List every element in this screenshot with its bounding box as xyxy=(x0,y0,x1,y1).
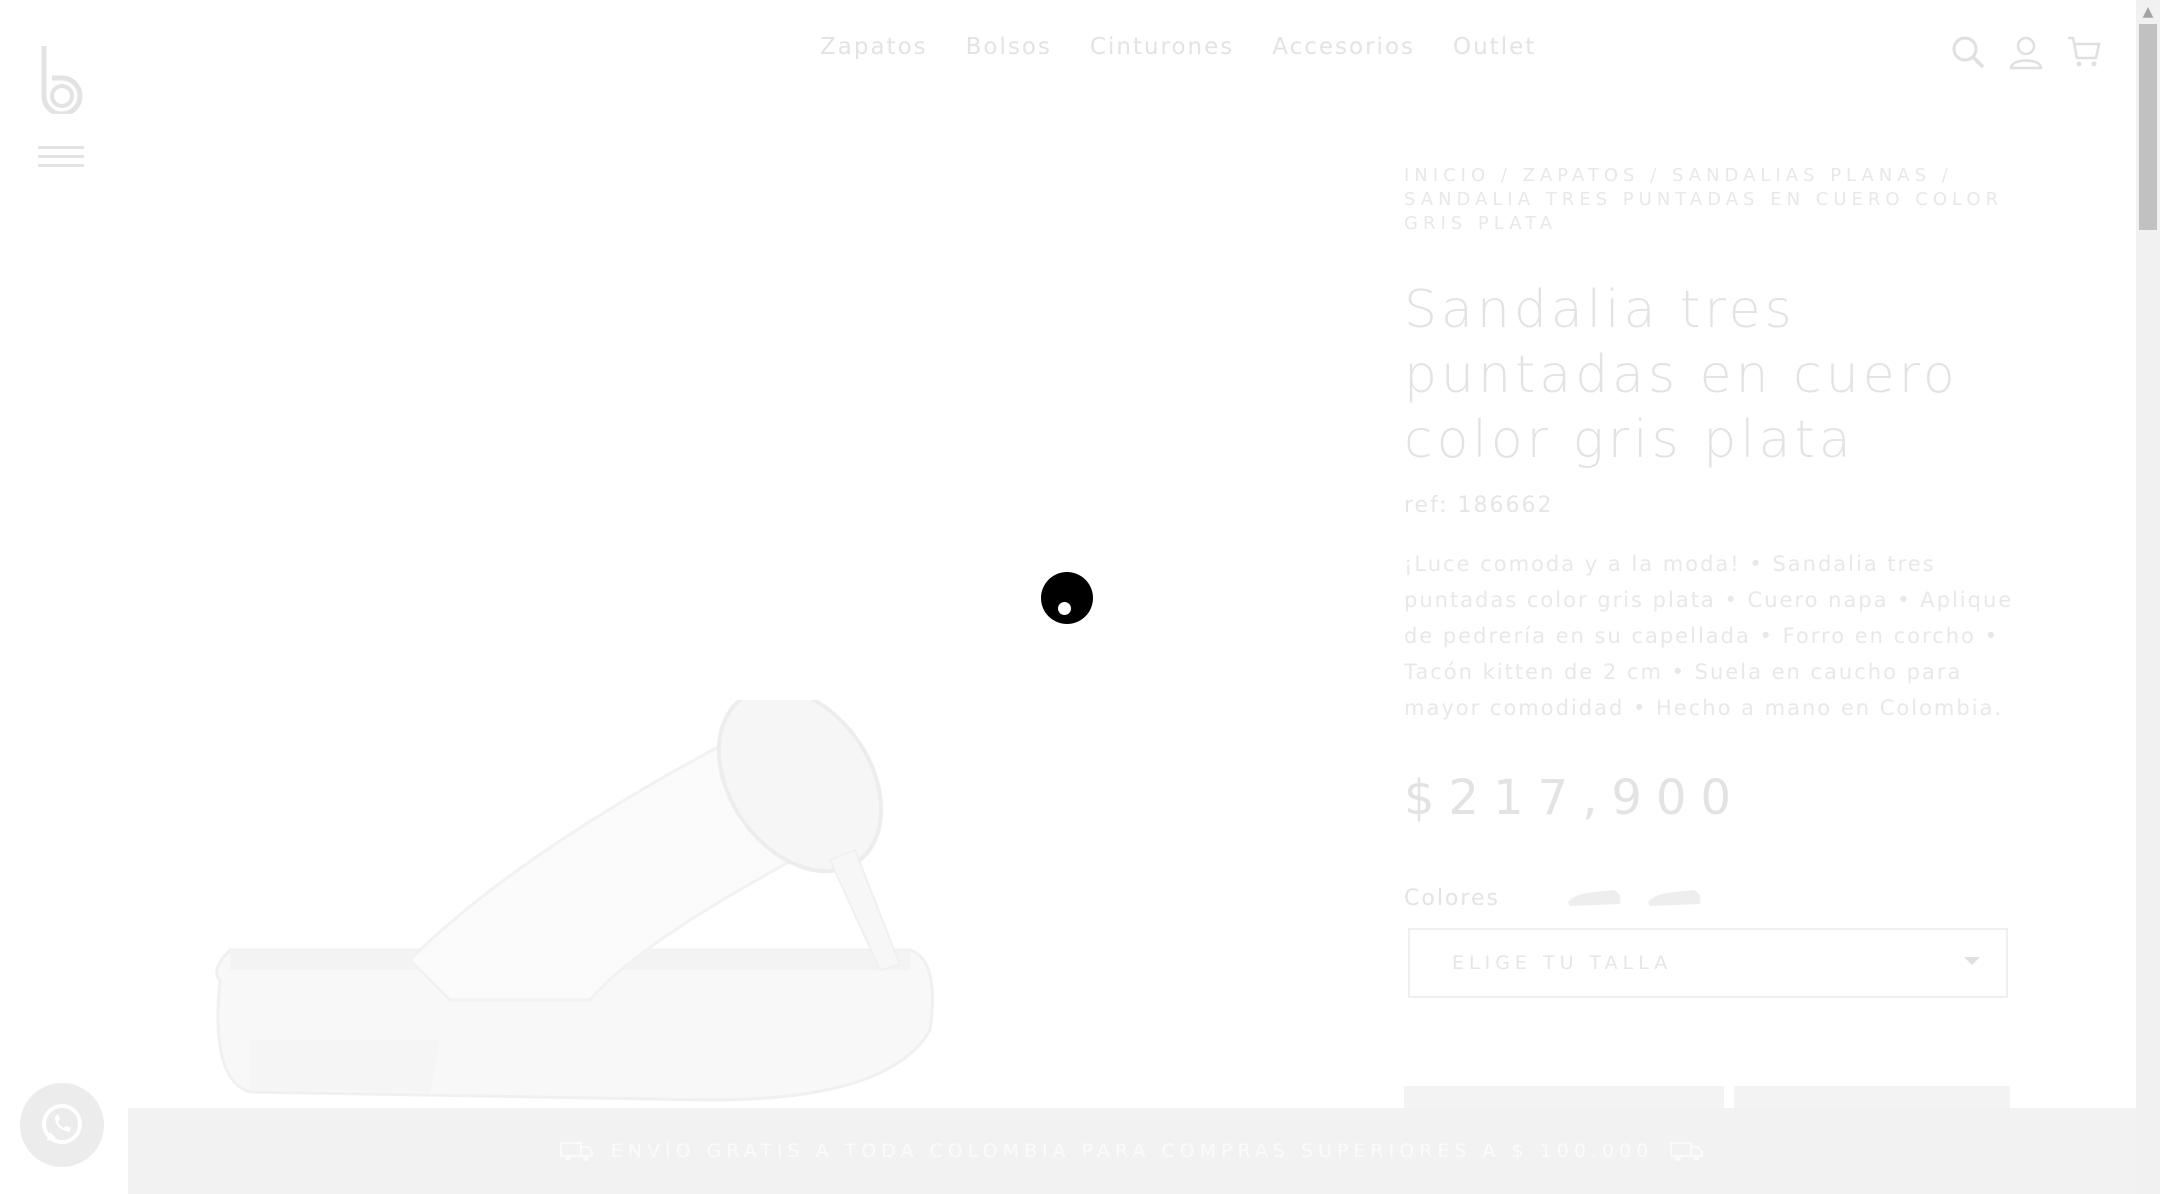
truck-icon xyxy=(559,1142,593,1161)
shipping-banner-text: ENVÍO GRATIS A TODA COLOMBIA PARA COMPRA… xyxy=(610,1140,1654,1162)
main-nav: Zapatos Bolsos Cinturones Accesorios Out… xyxy=(820,34,1536,60)
size-select[interactable]: ELIGE TU TALLA xyxy=(1408,928,2008,998)
nav-item-accesorios[interactable]: Accesorios xyxy=(1272,34,1415,60)
loading-spinner-dot xyxy=(1058,602,1071,615)
whatsapp-icon xyxy=(42,1104,82,1144)
search-icon[interactable] xyxy=(1950,34,1986,70)
truck-icon xyxy=(1670,1142,1704,1161)
page-scrollbar[interactable]: ▲ xyxy=(2136,0,2160,1194)
product-image[interactable] xyxy=(190,700,1140,1120)
product-info: INICIO / ZAPATOS / SANDALIAS PLANAS / SA… xyxy=(1404,164,2014,1116)
breadcrumb[interactable]: INICIO / ZAPATOS / SANDALIAS PLANAS / SA… xyxy=(1404,164,2014,236)
cart-icon[interactable] xyxy=(2066,34,2102,70)
product-title: Sandalia tres puntadas en cuero color gr… xyxy=(1404,280,1959,470)
logo-b-icon[interactable] xyxy=(38,44,86,114)
loading-spinner xyxy=(1041,572,1093,624)
header-icons xyxy=(1950,34,2102,70)
nav-item-outlet[interactable]: Outlet xyxy=(1453,34,1536,60)
shipping-banner: ENVÍO GRATIS A TODA COLOMBIA PARA COMPRA… xyxy=(128,1108,2136,1194)
nav-item-bolsos[interactable]: Bolsos xyxy=(966,34,1052,60)
user-icon[interactable] xyxy=(2008,34,2044,70)
scrollbar-thumb[interactable] xyxy=(2139,24,2157,230)
colors-row: Colores xyxy=(1404,884,2014,912)
product-ref: ref: 186662 xyxy=(1404,493,1554,518)
size-select-label: ELIGE TU TALLA xyxy=(1452,952,1673,974)
scroll-up-icon[interactable]: ▲ xyxy=(2136,0,2160,24)
chevron-down-icon xyxy=(1964,957,1980,965)
whatsapp-button[interactable] xyxy=(20,1083,104,1167)
nav-item-cinturones[interactable]: Cinturones xyxy=(1090,34,1234,60)
colors-label: Colores xyxy=(1404,885,1500,911)
product-description: ¡Luce comoda y a la moda! • Sandalia tre… xyxy=(1404,552,2014,720)
color-swatch-2[interactable] xyxy=(1644,884,1706,912)
hamburger-menu-icon[interactable] xyxy=(38,146,84,172)
color-swatch-1[interactable] xyxy=(1564,884,1626,912)
product-price: $217,900 xyxy=(1404,770,1746,826)
nav-item-zapatos[interactable]: Zapatos xyxy=(820,34,928,60)
